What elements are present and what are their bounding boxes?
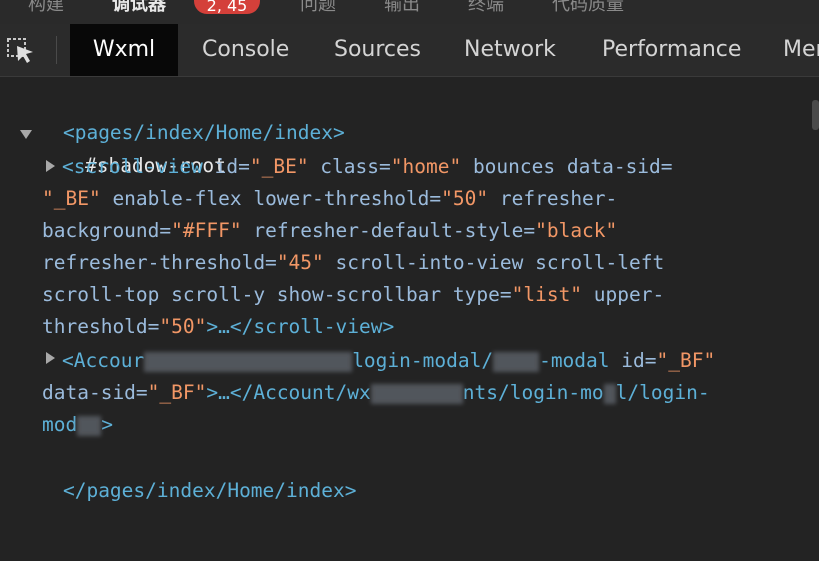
tag-text: login-modal/	[352, 349, 494, 372]
tab-network[interactable]: Network	[464, 24, 556, 76]
attr-text: scroll-top scroll-y show-scrollbar type=	[42, 283, 512, 306]
login-modal-line-1: <Accour login-modal/ -modal id="_BF"	[62, 345, 715, 377]
attr-text: bounces data-sid=	[461, 155, 673, 178]
attr-text: background=	[42, 219, 172, 242]
tab-console[interactable]: Console	[202, 24, 289, 76]
ide-tab-output[interactable]: 输出	[384, 0, 420, 16]
value-text: "black"	[535, 219, 618, 242]
toolbar-divider	[56, 36, 57, 64]
tag-text: >…</scroll-view>	[206, 315, 395, 338]
tag-text: l/login-	[615, 381, 710, 404]
scroll-view-line-5: scroll-top scroll-y show-scrollbar type=…	[42, 279, 664, 311]
attr-text: threshold=	[42, 315, 160, 338]
expand-caret-icon[interactable]	[46, 160, 55, 172]
value-text: "_BF"	[656, 349, 716, 372]
attr-text: id=	[202, 155, 250, 178]
ide-tab-code-quality[interactable]: 代码质量	[552, 0, 624, 16]
tag-text: nts/login-mo	[462, 381, 604, 404]
attr-text: class=	[308, 155, 391, 178]
value-text: "_BF"	[147, 381, 207, 404]
value-text: "_BE"	[249, 155, 309, 178]
scroll-view-line-2: "_BE" enable-flex lower-threshold="50" r…	[42, 183, 617, 215]
login-modal-line-2: data-sid="_BF">…</Account/wx nts/login-mo…	[42, 377, 710, 409]
scroll-view-line-1: <scroll-view id="_BE" class="home" bounc…	[62, 151, 673, 183]
value-text: "50"	[159, 315, 207, 338]
devtools-toolbar: Wxml Console Sources Network Performance…	[0, 24, 819, 77]
scroll-view-line-6: threshold="50">…</scroll-view>	[42, 311, 394, 343]
tag-text: -modal	[539, 349, 610, 372]
value-text: "list"	[511, 283, 583, 306]
tab-performance[interactable]: Performance	[602, 24, 741, 76]
attr-text: refresher-	[488, 187, 618, 210]
value-text: "home"	[390, 155, 462, 178]
attr-text: scroll-into-view scroll-left	[323, 251, 665, 274]
attr-text: refresher-default-style=	[241, 219, 536, 242]
attr-text: upper-	[582, 283, 665, 306]
inspect-element-icon[interactable]	[6, 37, 36, 65]
tab-wxml[interactable]: Wxml	[70, 24, 178, 76]
attr-text: enable-flex lower-threshold=	[100, 187, 442, 210]
scroll-view-line-4: refresher-threshold="45" scroll-into-vie…	[42, 247, 664, 279]
ide-tab-problems[interactable]: 问题	[300, 0, 336, 16]
attr-text: refresher-threshold=	[42, 251, 277, 274]
tag-text: <scroll-view	[62, 155, 203, 178]
tag-text: <Accour	[62, 349, 145, 372]
redacted-region	[144, 351, 353, 372]
tag-text: mod	[42, 413, 78, 436]
attr-text: data-sid=	[42, 381, 148, 404]
value-text: "45"	[276, 251, 324, 274]
ide-tab-strip: 构建 调试器 2, 45 问题 输出 终端 代码质量	[0, 0, 819, 24]
redacted-region	[370, 383, 463, 404]
tag-text: >	[101, 413, 113, 436]
expand-caret-icon[interactable]	[46, 352, 55, 364]
redacted-region	[77, 415, 102, 436]
scroll-view-line-3: background="#FFF" refresher-default-styl…	[42, 215, 617, 247]
login-modal-line-3: mod >	[42, 409, 113, 441]
scrollbar-thumb[interactable]	[812, 100, 819, 130]
redacted-region	[493, 351, 540, 372]
tab-memory[interactable]: Mer	[783, 24, 819, 76]
ide-tab-terminal[interactable]: 终端	[468, 0, 504, 16]
ide-tab-debugger[interactable]: 调试器	[112, 0, 166, 16]
tag-text: >…</Account/wx	[206, 381, 371, 404]
tab-sources[interactable]: Sources	[334, 24, 421, 76]
redacted-region	[603, 383, 616, 404]
error-count-badge: 2, 45	[194, 0, 260, 15]
value-text: "#FFF"	[171, 219, 242, 242]
tag-text: </pages/index/Home/index>	[62, 479, 357, 502]
attr-text: id=	[609, 349, 657, 372]
collapse-caret-icon[interactable]	[20, 130, 32, 139]
tree-node-page-close[interactable]: </pages/index/Home/index>	[16, 443, 357, 539]
value-text: "_BE"	[42, 187, 101, 210]
value-text: "50"	[441, 187, 489, 210]
ide-tab-build[interactable]: 构建	[28, 0, 64, 16]
